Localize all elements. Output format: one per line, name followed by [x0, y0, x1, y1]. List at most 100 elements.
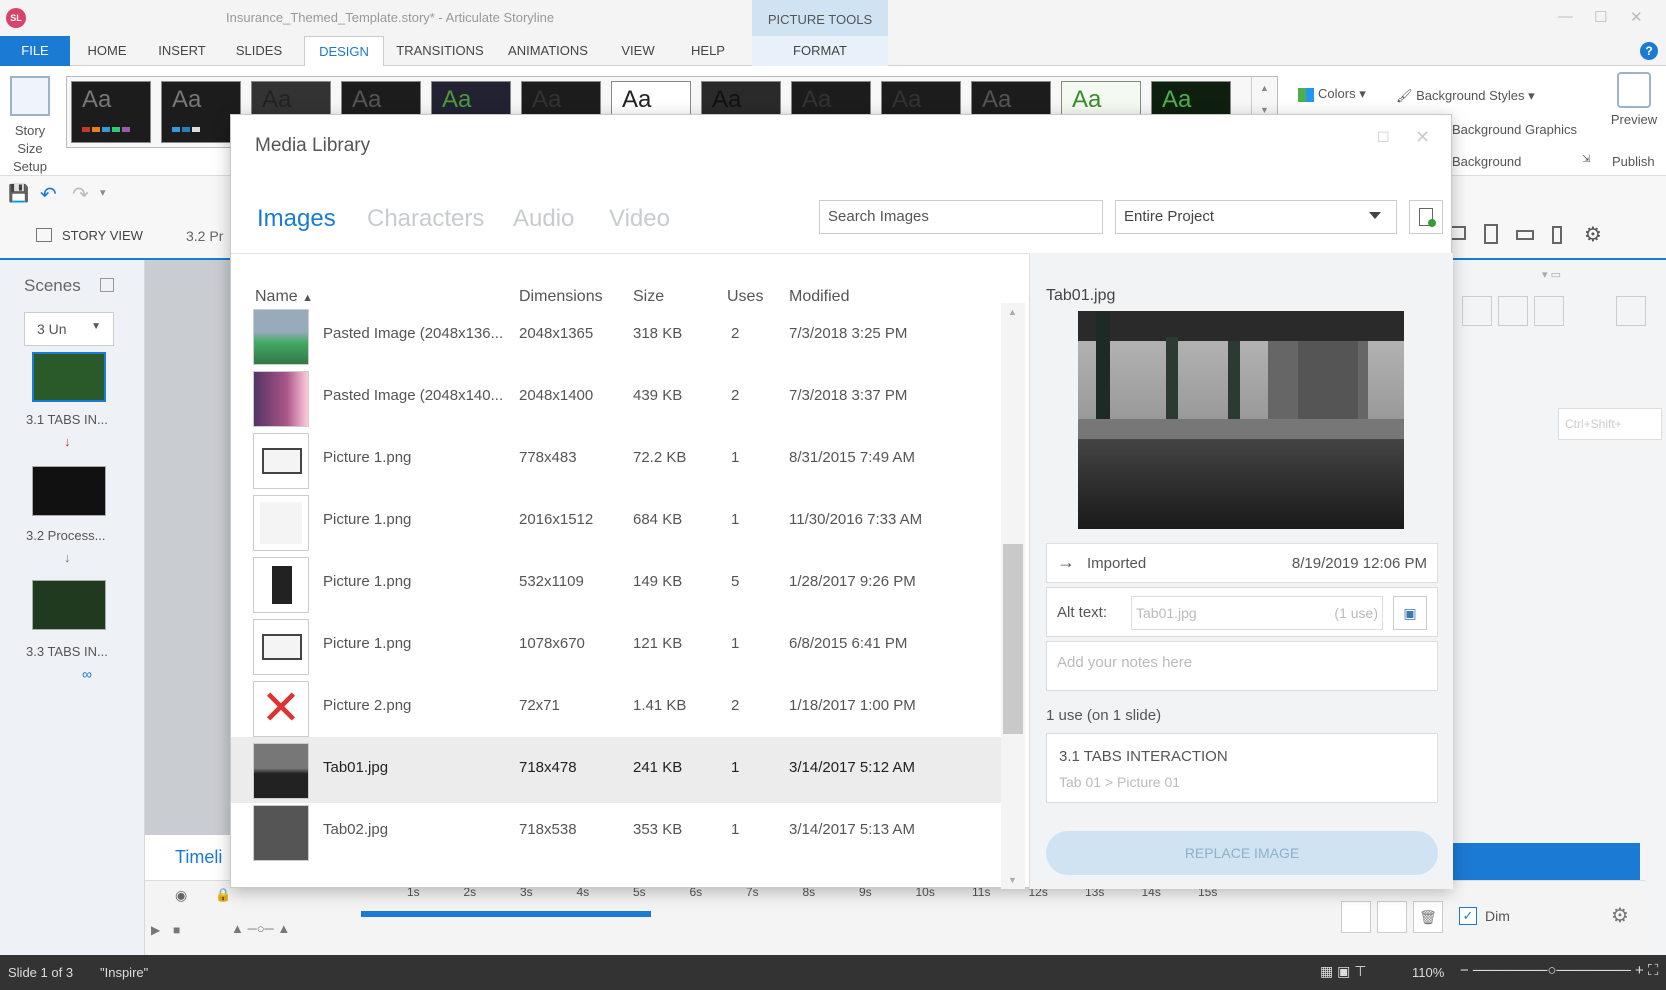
imported-date: 8/19/2019 12:06 PM	[1291, 555, 1427, 572]
zoom-slider[interactable]: ▲ ─○─ ▲	[231, 921, 290, 936]
usage-item[interactable]: 3.1 TABS INTERACTION Tab 01 > Picture 01	[1046, 733, 1438, 803]
colors-button[interactable]: Colors ▾	[1298, 86, 1366, 102]
scene-selector[interactable]: 3 Un ▼	[24, 312, 114, 346]
replace-image-button[interactable]: REPLACE IMAGE	[1046, 831, 1438, 875]
tab-design[interactable]: DESIGN	[304, 36, 384, 67]
tab-transitions[interactable]: TRANSITIONS	[390, 36, 490, 66]
slide-thumbnail[interactable]	[32, 352, 106, 402]
row-thumbnail	[253, 619, 309, 675]
collapse-icon[interactable]	[100, 278, 114, 292]
table-row[interactable]: Tab02.jpg 718x538 353 KB 1 3/14/2017 5:13 AM	[231, 799, 1001, 865]
tab-file[interactable]: FILE	[0, 36, 70, 66]
tab-images[interactable]: Images	[257, 205, 336, 233]
redo-icon[interactable]: ↷	[72, 182, 89, 207]
background-styles-icon: 🖌	[1396, 88, 1413, 103]
cell-name: Pasted Image (2048x136...	[323, 325, 504, 342]
trash-icon[interactable]: 🗑	[1413, 901, 1443, 933]
import-button[interactable]	[1409, 200, 1443, 234]
table-row[interactable]: Picture 1.png 1078x670 121 KB 1 6/8/2015 6:4…	[231, 613, 1001, 679]
help-icon[interactable]: ?	[1640, 42, 1658, 60]
panel-icon[interactable]	[1616, 296, 1646, 326]
layout-icon[interactable]	[1516, 230, 1534, 240]
layout-icon[interactable]	[1484, 224, 1498, 244]
story-size-button[interactable]: Story Size Setup	[8, 72, 52, 176]
table-row[interactable]: Picture 1.png 532x1109 149 KB 5 1/28/2017 9:…	[231, 551, 1001, 617]
cell-dim: 718x538	[519, 821, 577, 838]
scope-select[interactable]: Entire Project	[1115, 200, 1397, 234]
slide-tab[interactable]: 3.2 Pr	[186, 228, 223, 244]
tab-view[interactable]: VIEW	[614, 36, 662, 66]
story-view-tab[interactable]: STORY VIEW	[62, 228, 143, 243]
tab-help[interactable]: HELP	[684, 36, 732, 66]
delete-icon[interactable]	[1498, 296, 1528, 326]
story-size-icon	[10, 76, 50, 116]
lock-icon[interactable]: 🔒	[215, 887, 231, 903]
cell-name: Picture 1.png	[323, 573, 412, 590]
maximize-button[interactable]: ☐	[1594, 8, 1607, 26]
cell-dim: 532x1109	[519, 573, 584, 590]
background-graphics-checkbox[interactable]: Background Graphics	[1452, 122, 1577, 137]
minimize-button[interactable]: —	[1558, 8, 1573, 25]
view-icons[interactable]: ▦ ▣ ⊤	[1320, 963, 1366, 980]
table-row[interactable]: Pasted Image (2048x136... 2048x1365 318 KB…	[231, 303, 1001, 369]
table-row[interactable]: Picture 1.png 2016x1512 684 KB 1 11/30/2016 …	[231, 489, 1001, 555]
eye-icon[interactable]: ◉	[175, 887, 187, 904]
story-size-label-2: Size	[17, 141, 43, 156]
table-row[interactable]: ✕ Picture 2.png 72x71 1.41 KB 2 1/18/2017 1:0…	[231, 675, 1001, 741]
background-styles-button[interactable]: 🖌 Background Styles ▾	[1396, 88, 1535, 104]
usage-slide: 3.1 TABS INTERACTION	[1059, 748, 1228, 765]
table-row[interactable]: Pasted Image (2048x140... 2048x1400 439 KB…	[231, 365, 1001, 431]
selected-layer-bar[interactable]	[1450, 843, 1640, 881]
publish-button[interactable]: Publish	[1612, 154, 1655, 169]
alt-uses: (1 use)	[1334, 605, 1378, 621]
tab-animations[interactable]: ANIMATIONS	[500, 36, 596, 66]
save-icon[interactable]: 💾	[8, 184, 29, 204]
customize-icon[interactable]: ▾	[100, 186, 106, 199]
tab-audio[interactable]: Audio	[513, 205, 574, 233]
cell-uses: 1	[731, 821, 740, 838]
table-row[interactable]: Tab01.jpg 718x478 241 KB 1 3/14/2017 5:12 AM	[231, 737, 1001, 803]
timeline-label[interactable]: Timeli	[175, 847, 222, 868]
panel-menu-icon[interactable]: ▾ ▭	[1542, 268, 1561, 281]
theme-thumb[interactable]: Aa	[161, 81, 241, 143]
row-thumbnail	[253, 309, 309, 365]
move-up-icon[interactable]	[1534, 296, 1564, 326]
cell-modified: 3/14/2017 5:13 AM	[789, 821, 915, 838]
stop-icon[interactable]: ■	[173, 923, 180, 937]
duplicate-layer-icon[interactable]	[1377, 901, 1407, 933]
cell-name: Picture 1.png	[323, 449, 412, 466]
close-window-button[interactable]: ✕	[1630, 8, 1643, 26]
tab-slides[interactable]: SLIDES	[232, 36, 286, 66]
dim-checkbox[interactable]: ✓	[1459, 907, 1477, 925]
gear-icon[interactable]: ⚙	[1584, 222, 1602, 247]
search-input[interactable]: Search Images	[819, 200, 1103, 234]
tab-characters[interactable]: Characters	[367, 205, 484, 233]
close-icon[interactable]: ✕	[1415, 127, 1430, 148]
story-size-label-1: Story	[14, 123, 46, 138]
dialog-launcher-icon[interactable]: ⇲	[1582, 154, 1590, 165]
table-row[interactable]: Picture 1.png 778x483 72.2 KB 1 8/31/2015 7:…	[231, 427, 1001, 493]
gear-icon[interactable]: ⚙	[1611, 903, 1629, 928]
new-layer-icon[interactable]	[1341, 901, 1371, 933]
notes-input[interactable]: Add your notes here	[1046, 641, 1438, 691]
alt-text-edit-icon[interactable]: ▣	[1393, 596, 1427, 630]
scroll-thumb[interactable]	[1003, 544, 1023, 734]
imported-info: → Imported 8/19/2019 12:06 PM	[1046, 543, 1438, 583]
row-thumbnail	[253, 371, 309, 427]
layout-icon[interactable]	[1552, 226, 1562, 244]
tab-format[interactable]: FORMAT	[752, 36, 888, 66]
play-icon[interactable]: ▶	[151, 923, 160, 937]
undo-icon[interactable]: ↶	[40, 182, 57, 207]
tab-home[interactable]: HOME	[82, 36, 132, 66]
preview-button[interactable]: Preview	[1604, 72, 1664, 127]
slide-thumbnail[interactable]	[32, 580, 106, 630]
maximize-icon[interactable]: ☐	[1377, 129, 1390, 146]
slide-thumbnail[interactable]	[32, 466, 106, 516]
theme-thumb[interactable]: Aa	[71, 81, 151, 143]
zoom-slider[interactable]: − ───────○─────── + ⛶	[1460, 962, 1658, 979]
alt-text-input[interactable]: Tab01.jpg (1 use)	[1131, 596, 1383, 630]
tab-video[interactable]: Video	[609, 205, 670, 233]
paste-icon[interactable]	[1462, 296, 1492, 326]
tab-insert[interactable]: INSERT	[154, 36, 210, 66]
cell-modified: 1/18/2017 1:00 PM	[789, 697, 916, 714]
